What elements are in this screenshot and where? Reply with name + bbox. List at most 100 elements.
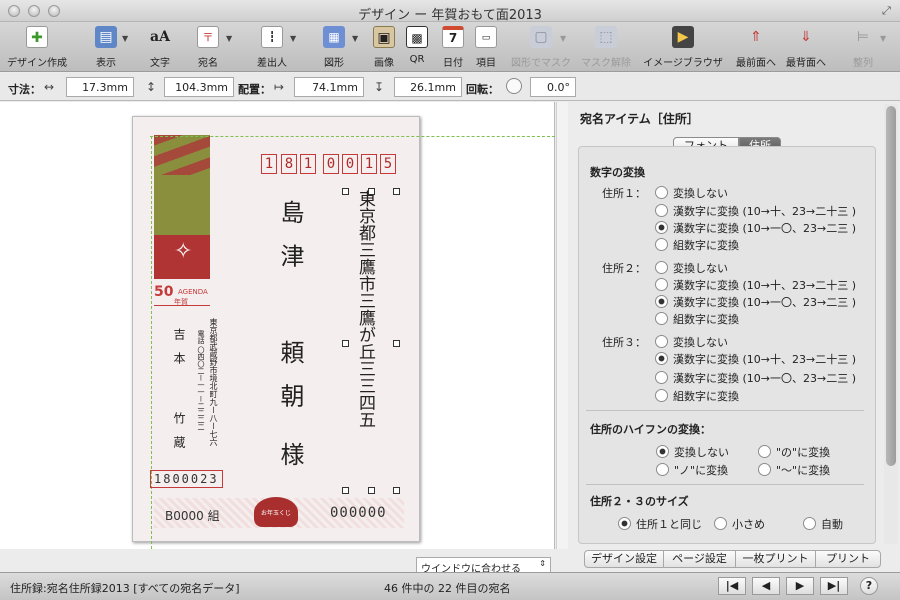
view-menu-arrow-icon[interactable]: ▼ bbox=[122, 34, 128, 43]
sender-given-name[interactable]: 竹 蔵 bbox=[171, 412, 188, 452]
addr3-option-kanji-zero[interactable]: 漢数字に変換 (10→一〇、23→二三 ) bbox=[655, 370, 856, 386]
image-icon: ▣ bbox=[373, 26, 395, 48]
hyphen-option-none[interactable]: 変換しない bbox=[656, 444, 729, 460]
zip-digit-box[interactable]: 1 bbox=[361, 154, 377, 174]
send-back-button[interactable]: ⇓ 最背面へ bbox=[784, 26, 828, 69]
hyphen-option-katakana-no[interactable]: "ノ"に変換 bbox=[656, 462, 728, 478]
zip-digit-box[interactable]: 0 bbox=[342, 154, 358, 174]
calendar-icon: 7 bbox=[442, 26, 464, 48]
address-menu-arrow-icon[interactable]: ▼ bbox=[226, 34, 232, 43]
text-button[interactable]: aA 文字 bbox=[140, 26, 180, 69]
sender-surname[interactable]: 吉 本 bbox=[171, 328, 188, 368]
sender-address[interactable]: 東京都武蔵野市境北町九ー八ー七六 bbox=[208, 318, 218, 446]
first-icon: |◀ bbox=[725, 579, 739, 592]
size-label: 寸法： bbox=[8, 83, 41, 96]
angle-field[interactable]: 0.0° bbox=[530, 77, 576, 97]
panel-title: 宛名アイテム［住所］ bbox=[580, 112, 699, 126]
hyphen-option-no[interactable]: "の"に変換 bbox=[758, 444, 830, 460]
sender-menu-arrow-icon[interactable]: ▼ bbox=[290, 34, 296, 43]
prev-icon: ◀ bbox=[761, 579, 771, 592]
selection-handle[interactable] bbox=[342, 188, 349, 195]
stamp-image[interactable]: ✧ bbox=[154, 135, 210, 279]
height-field[interactable]: 104.3mm bbox=[164, 77, 234, 97]
selection-handle[interactable] bbox=[342, 340, 349, 347]
address-button[interactable]: 〒 宛名 bbox=[188, 26, 228, 69]
x-position-icon: ↦ bbox=[274, 80, 285, 94]
addr2-option-kanji-zero[interactable]: 漢数字に変換 (10→一〇、23→二三 ) bbox=[655, 294, 856, 310]
addr3-option-kanji-ten[interactable]: 漢数字に変換 (10→十、23→二十三 ) bbox=[655, 351, 856, 367]
addr3-option-none[interactable]: 変換しない bbox=[655, 334, 728, 350]
panel-scroll-thumb[interactable] bbox=[886, 106, 896, 466]
addr1-option-kanji-zero[interactable]: 漢数字に変換 (10→一〇、23→二三 ) bbox=[655, 220, 856, 236]
sender-zip[interactable]: 1800023 bbox=[150, 470, 223, 488]
position-label: 配置： bbox=[238, 83, 271, 96]
help-icon[interactable]: ? bbox=[860, 577, 878, 595]
zip-digit-box[interactable]: 5 bbox=[380, 154, 396, 174]
recipient-surname[interactable]: 島 津 bbox=[273, 200, 308, 274]
shape-menu-arrow-icon[interactable]: ▼ bbox=[352, 34, 358, 43]
design-create-icon: ✚ bbox=[26, 26, 48, 48]
mask-menu-arrow-icon[interactable]: ▼ bbox=[560, 34, 566, 43]
date-button[interactable]: 7 日付 bbox=[436, 26, 470, 69]
shape-button[interactable]: ▦ 図形 bbox=[314, 26, 354, 69]
rotate-dial[interactable] bbox=[506, 78, 522, 94]
zip-digit-box[interactable]: 8 bbox=[281, 154, 297, 174]
first-record-button[interactable]: |◀ bbox=[718, 577, 746, 595]
zip-digit-box[interactable]: 1 bbox=[261, 154, 277, 174]
hyphen-conversion-heading: 住所のハイフンの変換： bbox=[590, 423, 711, 436]
width-field[interactable]: 17.3mm bbox=[66, 77, 134, 97]
selection-handle[interactable] bbox=[342, 487, 349, 494]
recipient-given-name[interactable]: 頼 朝 bbox=[273, 340, 308, 414]
x-position-field[interactable]: 74.1mm bbox=[294, 77, 364, 97]
align-menu-arrow-icon[interactable]: ▼ bbox=[880, 34, 886, 43]
design-create-button[interactable]: ✚ デザイン作成 bbox=[6, 26, 68, 69]
field-button[interactable]: ▭ 項目 bbox=[470, 26, 502, 69]
view-button[interactable]: ▤ 表示 bbox=[86, 26, 126, 69]
y-position-field[interactable]: 26.1mm bbox=[394, 77, 462, 97]
recipient-honorific[interactable]: 様 bbox=[273, 442, 308, 466]
size-option-small[interactable]: 小さめ bbox=[714, 516, 765, 532]
bring-front-button[interactable]: ⇑ 最前面へ bbox=[734, 26, 778, 69]
sender-phone[interactable]: 電話 〇四〇二ー一一ー二二二二 bbox=[196, 330, 206, 430]
selection-handle[interactable] bbox=[368, 487, 375, 494]
align-button[interactable]: ⊨ 整列 bbox=[846, 26, 880, 69]
width-icon: ↔ bbox=[44, 80, 55, 94]
single-print-button[interactable]: 一枚プリント bbox=[735, 550, 816, 568]
design-settings-button[interactable]: デザイン設定 bbox=[584, 550, 664, 568]
addr2-option-kanji-ten[interactable]: 漢数字に変換 (10→十、23→二十三 ) bbox=[655, 277, 856, 293]
stamp-wave-pattern bbox=[154, 135, 210, 175]
zip-digit-box[interactable]: 0 bbox=[323, 154, 339, 174]
mask-shape-button[interactable]: ▢ 図形でマスク bbox=[510, 26, 572, 69]
field-icon: ▭ bbox=[475, 26, 497, 48]
shape-icon: ▦ bbox=[323, 26, 345, 48]
addr3-option-kumi[interactable]: 組数字に変換 bbox=[655, 388, 739, 404]
last-record-button[interactable]: ▶| bbox=[820, 577, 848, 595]
addr1-option-none[interactable]: 変換しない bbox=[655, 185, 728, 201]
selection-handle[interactable] bbox=[393, 487, 400, 494]
addr1-option-kanji-ten[interactable]: 漢数字に変換 (10→十、23→二十三 ) bbox=[655, 203, 856, 219]
align-icon: ⊨ bbox=[856, 29, 870, 45]
prev-record-button[interactable]: ◀ bbox=[752, 577, 780, 595]
selection-handle[interactable] bbox=[393, 340, 400, 347]
selection-handle[interactable] bbox=[368, 188, 375, 195]
mask-release-button[interactable]: ⬚ マスク解除 bbox=[578, 26, 634, 69]
zip-digit-box[interactable]: 1 bbox=[300, 154, 316, 174]
size-option-same[interactable]: 住所１と同じ bbox=[618, 516, 702, 532]
qr-button[interactable]: ▩ QR bbox=[402, 26, 432, 65]
next-record-button[interactable]: ▶ bbox=[786, 577, 814, 595]
number-conversion-heading: 数字の変換 bbox=[590, 166, 645, 179]
addr2-option-none[interactable]: 変換しない bbox=[655, 260, 728, 276]
selection-handle[interactable] bbox=[393, 188, 400, 195]
image-browser-button[interactable]: ▶ イメージブラウザ bbox=[642, 26, 724, 69]
page-settings-button[interactable]: ページ設定 bbox=[663, 550, 736, 568]
addr2-option-kumi[interactable]: 組数字に変換 bbox=[655, 311, 739, 327]
addr1-option-kumi[interactable]: 組数字に変換 bbox=[655, 237, 739, 253]
recipient-address[interactable]: 東京都三鷹市三鷹が丘三三四五 bbox=[355, 190, 375, 428]
sender-button[interactable]: ┇ 差出人 bbox=[250, 26, 294, 69]
canvas-vertical-scrollbar[interactable] bbox=[556, 102, 568, 549]
fullscreen-icon[interactable]: ⤢ bbox=[882, 4, 891, 18]
print-button[interactable]: プリント bbox=[815, 550, 881, 568]
image-button[interactable]: ▣ 画像 bbox=[366, 26, 402, 69]
size-option-auto[interactable]: 自動 bbox=[803, 516, 843, 532]
hyphen-option-wave[interactable]: "〜"に変換 bbox=[758, 462, 830, 478]
